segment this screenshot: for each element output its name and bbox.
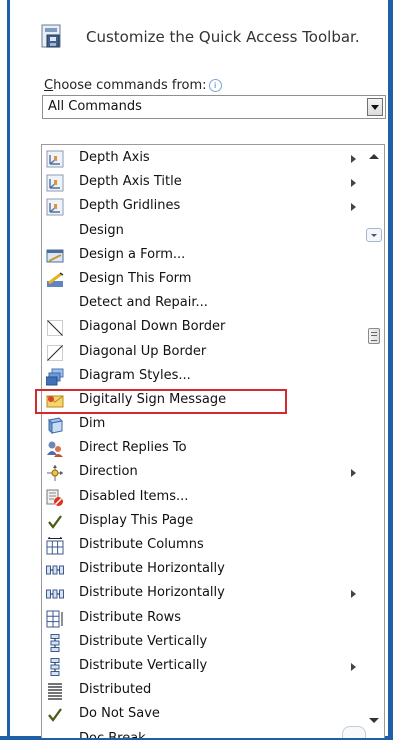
choose-commands-label: Choose commands from: i: [44, 78, 222, 93]
distributed-icon: [46, 682, 64, 700]
info-icon[interactable]: i: [208, 79, 222, 92]
commands-list[interactable]: Depth Axis Depth Axis Title Depth Gridline…: [41, 144, 385, 738]
dialog-header: Customize the Quick Access Toolbar.: [38, 22, 360, 52]
command-label: Detect and Repair...: [79, 295, 208, 311]
commands-source-dropdown[interactable]: All Commands: [42, 95, 386, 119]
submenu-arrow-icon: [351, 179, 356, 188]
command-label: Depth Axis: [79, 150, 150, 165]
command-item[interactable]: Distribute Columns: [42, 534, 364, 558]
submenu-arrow-icon: [351, 469, 356, 478]
command-label: Diagram Styles...: [79, 367, 191, 383]
command-label: Diagonal Up Border: [79, 343, 207, 359]
diagonal-up-border-icon: [46, 344, 64, 362]
distribute-vertically-icon: [46, 657, 64, 676]
design-form-icon: [46, 247, 64, 265]
distribute-horizontally-icon: [46, 561, 64, 579]
command-label: Distributed: [79, 682, 152, 698]
distribute-vertically-icon: [46, 633, 64, 652]
command-label: Distribute Horizontally: [79, 585, 225, 601]
distribute-rows-icon: [46, 610, 64, 628]
commands-list-rows: Depth Axis Depth Axis Title Depth Gridline…: [42, 147, 364, 738]
command-item[interactable]: Distribute Horizontally: [42, 582, 364, 606]
command-label: Distribute Vertically: [79, 633, 208, 649]
command-label: Direct Replies To: [79, 440, 187, 456]
choose-commands-text: hoose commands from:: [53, 78, 207, 93]
command-item[interactable]: Distribute Rows: [42, 607, 364, 631]
command-item[interactable]: Design a Form...: [42, 244, 364, 268]
submenu-arrow-icon: [351, 662, 356, 671]
command-item[interactable]: Doc Break: [42, 728, 364, 739]
choose-commands-accesskey: C: [44, 78, 54, 93]
command-item[interactable]: Depth Gridlines: [42, 195, 364, 219]
scroll-up-arrow-icon[interactable]: [369, 154, 379, 159]
command-item[interactable]: Distributed: [42, 679, 364, 703]
disabled-items-icon: [46, 489, 64, 507]
command-item[interactable]: Do Not Save: [42, 703, 364, 727]
command-label: Diagonal Down Border: [79, 319, 226, 335]
command-item[interactable]: Direction: [42, 461, 364, 485]
quick-access-toolbar-icon: [41, 24, 61, 48]
command-label: Design This Form: [79, 270, 192, 286]
depth-gridlines-icon: [46, 198, 64, 216]
command-label: Dim: [79, 416, 106, 432]
command-label: Do Not Save: [79, 706, 160, 722]
command-item[interactable]: Dim: [42, 413, 364, 437]
submenu-arrow-icon: [351, 203, 356, 212]
command-item[interactable]: Distribute Vertically: [42, 655, 364, 679]
distribute-horizontally-icon: [46, 585, 64, 603]
command-label: Depth Gridlines: [79, 198, 181, 214]
direct-replies-icon: [46, 440, 64, 458]
command-label: Distribute Vertically: [79, 657, 208, 673]
depth-axis-icon: [46, 150, 64, 168]
direction-icon: [46, 464, 64, 482]
diagram-styles-icon: [45, 368, 64, 386]
command-label: Disabled Items...: [79, 488, 189, 504]
command-item[interactable]: Design: [42, 220, 364, 244]
depth-axis-title-icon: [46, 174, 64, 192]
dim-icon: [46, 416, 64, 435]
command-label: Doc Break: [79, 730, 146, 739]
design-this-form-icon: [46, 271, 64, 289]
dialog-title: Customize the Quick Access Toolbar.: [86, 28, 360, 46]
command-item[interactable]: Detect and Repair...: [42, 292, 364, 316]
group-collapse-button[interactable]: [342, 726, 366, 738]
selected-command-highlight: [35, 389, 287, 414]
command-item[interactable]: Depth Axis Title: [42, 171, 364, 195]
command-label: Design a Form...: [79, 246, 186, 262]
command-item[interactable]: Diagonal Up Border: [42, 341, 364, 365]
checkmark-icon: [46, 513, 64, 531]
command-item[interactable]: Distribute Vertically: [42, 631, 364, 655]
command-label: Display This Page: [79, 512, 194, 528]
submenu-arrow-icon: [351, 155, 356, 163]
command-item[interactable]: Diagram Styles...: [42, 365, 364, 389]
submenu-arrow-icon: [351, 590, 356, 599]
command-item[interactable]: Distribute Horizontally: [42, 558, 364, 582]
command-item[interactable]: Disabled Items...: [42, 486, 364, 510]
scrollbar-thumb[interactable]: [368, 328, 380, 344]
checkmark-icon: [46, 706, 64, 724]
commands-source-value: All Commands: [48, 99, 142, 114]
command-item[interactable]: Depth Axis: [42, 147, 364, 171]
distribute-columns-icon: [46, 537, 64, 555]
group-expand-button[interactable]: [366, 228, 382, 242]
diagonal-down-border-icon: [46, 319, 64, 337]
command-label: Depth Axis Title: [79, 174, 182, 190]
command-label: Distribute Rows: [79, 609, 181, 625]
command-label: Distribute Columns: [79, 537, 204, 552]
command-item[interactable]: Direct Replies To: [42, 437, 364, 461]
chevron-down-icon[interactable]: [367, 98, 383, 116]
scroll-down-arrow-icon[interactable]: [369, 718, 379, 723]
command-item[interactable]: Design This Form: [42, 268, 364, 292]
command-label: Direction: [79, 464, 138, 480]
command-item[interactable]: Diagonal Down Border: [42, 316, 364, 340]
command-item[interactable]: Display This Page: [42, 510, 364, 534]
command-label: Design: [79, 222, 124, 238]
command-label: Distribute Horizontally: [79, 561, 225, 577]
vertical-scrollbar[interactable]: [342, 145, 384, 738]
